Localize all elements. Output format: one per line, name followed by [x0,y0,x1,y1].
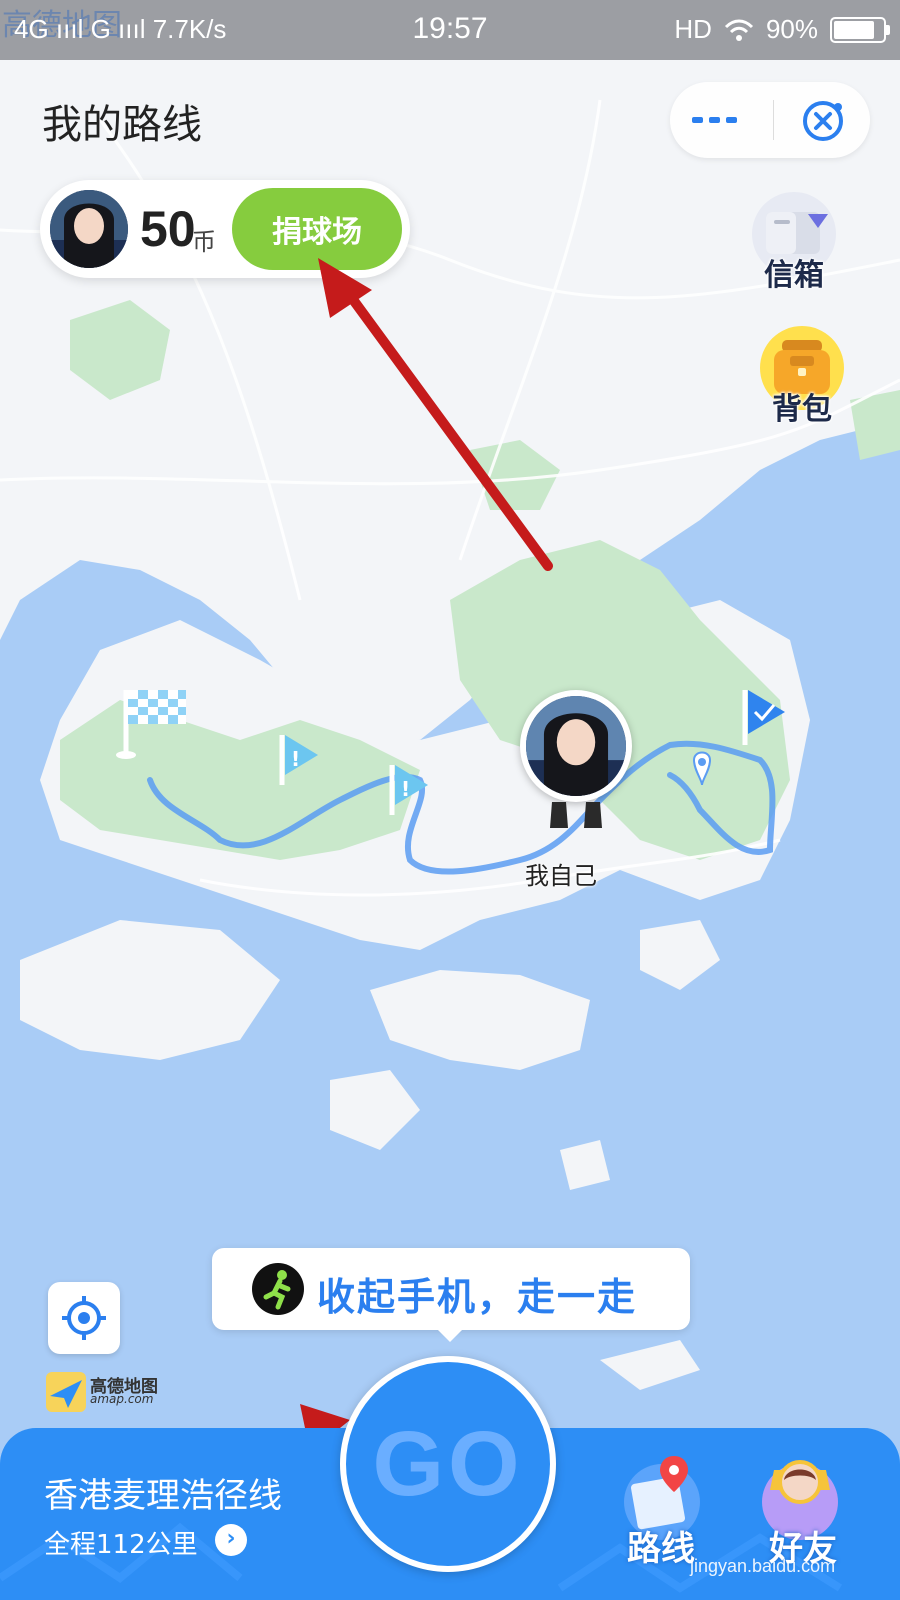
status-right: HD 90% [674,14,890,45]
avatar[interactable] [50,190,128,268]
walk-tip-text: 收起手机，走一走 [317,1275,638,1319]
pill-divider [773,100,774,140]
backpack-label: 背包 [772,392,832,427]
coin-card: 50 币 捐球场 [40,180,410,278]
baidu-watermark: jingyan.baidu.com [690,1556,836,1576]
running-person-icon [252,1263,304,1315]
route-distance[interactable]: 全程112公里 [44,1524,198,1561]
amap-logo: 高德地图 amap.com [46,1372,186,1412]
go-label: GO [372,1412,524,1515]
battery-icon [830,16,890,43]
backpack-button[interactable]: 背包 [756,326,848,428]
coin-unit: 币 [192,228,216,256]
me-label: 我自己 [525,862,597,890]
svg-text:!: ! [291,747,300,771]
battery-percent: 90% [765,14,818,44]
amap-logo-domain: amap.com [90,1392,154,1406]
wifi-icon [724,19,754,41]
close-circle-icon[interactable] [800,98,846,144]
mailbox-button[interactable]: 信箱 [748,192,840,294]
feet-icon [550,802,602,828]
mailbox-label: 信箱 [764,258,824,293]
status-bar: 高德地图 4G ıııl G ıııl 7.7K/s 19:57 HD 90% [0,0,900,60]
coin-value: 50 [140,201,196,257]
walk-tip-bubble: 收起手机，走一走 [212,1248,690,1342]
page-title: 我的路线 [42,102,202,148]
chevron-right-icon[interactable]: › [215,1524,247,1556]
avatar [526,696,626,796]
more-dots-icon[interactable] [690,110,740,130]
amap-arrow-icon [46,1372,86,1412]
go-button[interactable]: GO [340,1356,556,1572]
me-marker[interactable] [520,690,632,802]
hd-indicator: HD [674,14,712,44]
route-tab-button[interactable]: 路线 [606,1450,716,1570]
route-name[interactable]: 香港麦理浩径线 [44,1468,282,1517]
top-action-pill [670,82,870,158]
svg-text:!: ! [401,777,410,801]
donate-court-button[interactable]: 捐球场 [232,188,402,270]
locate-icon [62,1296,106,1340]
friends-tab-button[interactable]: 好友 [748,1450,858,1570]
locate-button[interactable] [48,1282,120,1354]
